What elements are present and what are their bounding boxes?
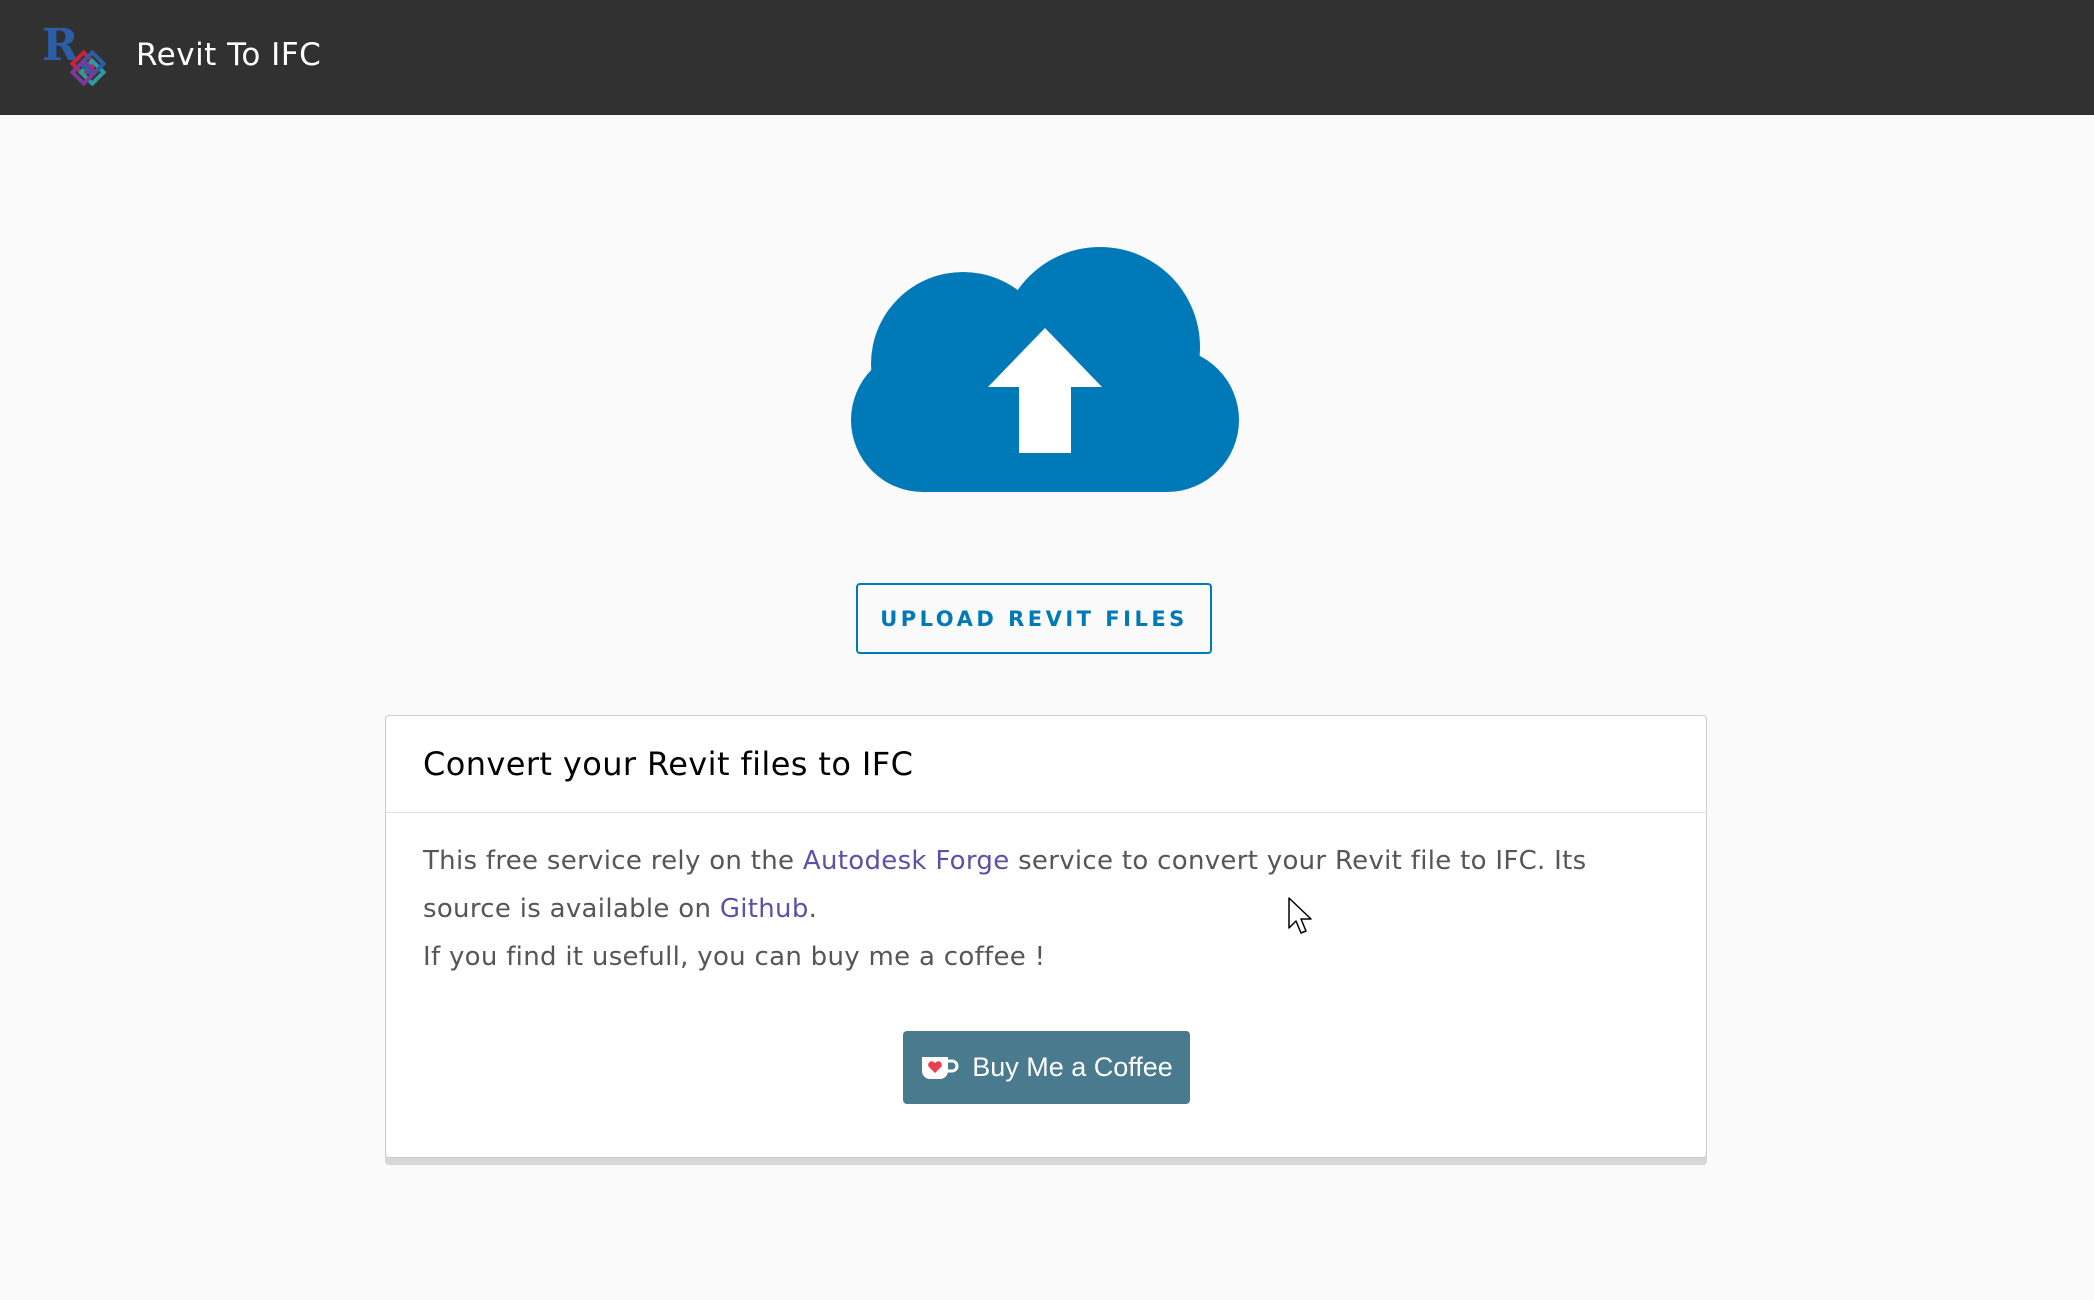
card-header: Convert your Revit files to IFC bbox=[386, 716, 1706, 813]
github-link[interactable]: Github bbox=[720, 894, 809, 924]
text-segment: source is available on bbox=[423, 894, 720, 924]
card-body: This free service rely on the Autodesk F… bbox=[386, 813, 1706, 981]
card-text-line: If you find it usefull, you can buy me a… bbox=[423, 942, 1046, 972]
coffee-button-label: Buy Me a Coffee bbox=[972, 1052, 1173, 1082]
upload-revit-files-button[interactable]: UPLOAD REVIT FILES bbox=[856, 583, 1212, 654]
card-text-line: source is available on Github. bbox=[423, 885, 1669, 933]
text-segment: This free service rely on the bbox=[423, 846, 803, 876]
card-title: Convert your Revit files to IFC bbox=[423, 745, 914, 783]
buy-me-a-coffee-button[interactable]: Buy Me a Coffee bbox=[903, 1031, 1190, 1104]
cloud-upload-icon[interactable] bbox=[845, 242, 1246, 492]
revit-ifc-logo[interactable]: R bbox=[40, 18, 116, 94]
app-title[interactable]: Revit To IFC bbox=[136, 34, 321, 76]
text-segment: . bbox=[808, 894, 818, 924]
coffee-cup-heart-icon bbox=[922, 1056, 959, 1079]
autodesk-forge-link[interactable]: Autodesk Forge bbox=[803, 846, 1010, 876]
top-navbar: R Revit To IFC bbox=[0, 0, 2094, 115]
text-segment: service to convert your Revit file to IF… bbox=[1009, 846, 1587, 876]
card-text-line: This free service rely on the Autodesk F… bbox=[423, 837, 1669, 885]
info-card: Convert your Revit files to IFC This fre… bbox=[385, 715, 1707, 1158]
mouse-cursor-icon bbox=[1288, 897, 1312, 934]
